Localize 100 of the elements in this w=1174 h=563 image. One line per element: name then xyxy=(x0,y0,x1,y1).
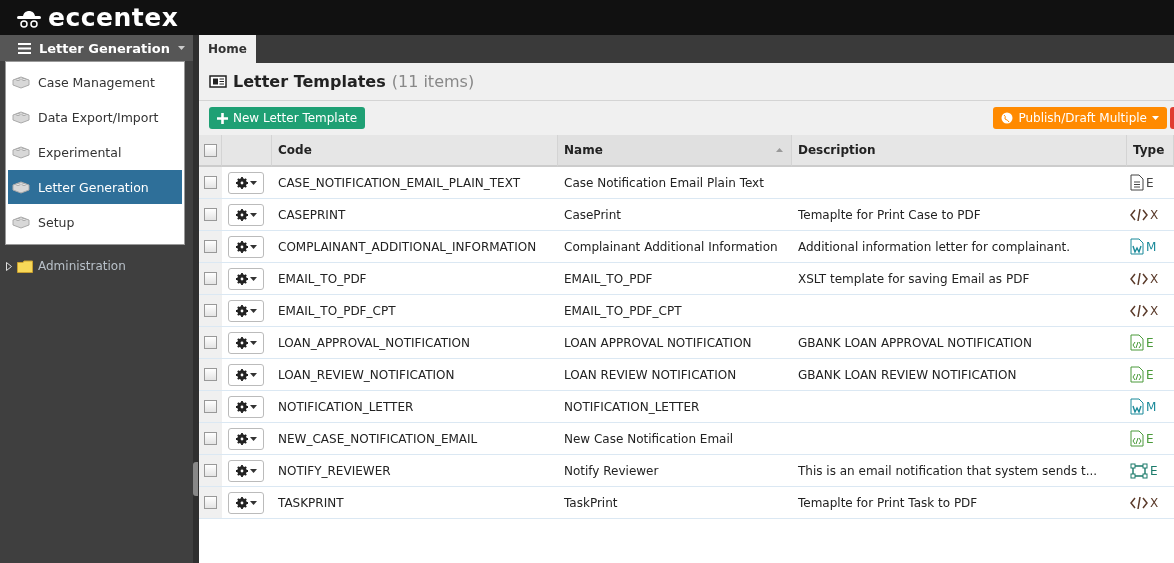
row-checkbox[interactable] xyxy=(204,432,217,445)
table-cell: NOTIFY_REVIEWER xyxy=(278,463,391,478)
table-cell: M xyxy=(1146,239,1157,254)
expand-arrow-icon[interactable] xyxy=(6,261,12,271)
plus-icon xyxy=(217,112,228,124)
table-cell: Additional information letter for complainant. xyxy=(798,239,1071,254)
row-checkbox[interactable] xyxy=(204,240,217,253)
table-cell: E xyxy=(1146,367,1154,382)
table-cell: E xyxy=(1146,335,1154,350)
table-cell: Case Notification Email Plain Text xyxy=(564,175,764,190)
tree-item[interactable]: Administration xyxy=(38,259,126,273)
column-header[interactable]: Code xyxy=(272,135,558,167)
gear-icon xyxy=(235,272,248,285)
table-cell: CasePrint xyxy=(564,207,621,222)
table-cell: GBANK LOAN REVIEW NOTIFICATION xyxy=(798,367,1017,382)
tab[interactable]: Home xyxy=(199,35,256,63)
row-checkbox[interactable] xyxy=(204,304,217,317)
table-cell: TaskPrint xyxy=(564,495,618,510)
globe-icon xyxy=(1001,112,1014,124)
row-actions-button[interactable] xyxy=(228,235,264,258)
menu-item[interactable]: Setup xyxy=(8,205,182,239)
action-button[interactable] xyxy=(1170,107,1174,129)
row-checkbox[interactable] xyxy=(204,464,217,477)
caret-icon xyxy=(249,340,257,345)
gear-icon xyxy=(235,400,248,413)
table-cell: NOTIFICATION_LETTER xyxy=(278,399,414,414)
module-menu-button[interactable]: Letter Generation xyxy=(0,35,193,61)
code-icon xyxy=(1130,495,1148,510)
column-header[interactable]: Description xyxy=(792,135,1127,167)
word-document-icon xyxy=(1130,238,1144,255)
table-cell: This is an email notification that system sends t... xyxy=(798,463,1098,478)
caret-icon xyxy=(249,500,257,505)
table-cell: X xyxy=(1150,495,1159,510)
table-cell: NEW_CASE_NOTIFICATION_EMAIL xyxy=(278,431,478,446)
column-header[interactable]: Type xyxy=(1127,135,1174,167)
row-actions-button[interactable] xyxy=(228,459,264,482)
menu-item[interactable]: Case Management xyxy=(8,65,182,99)
table-cell: CASE_NOTIFICATION_EMAIL_PLAIN_TEXT xyxy=(278,175,520,190)
table-cell: E xyxy=(1150,463,1158,478)
caret-icon xyxy=(249,468,257,473)
block-icon xyxy=(12,215,30,229)
table-cell: X xyxy=(1150,303,1159,318)
table-cell: NOTIFICATION_LETTER xyxy=(564,399,700,414)
table-cell: EMAIL_TO_PDF_CPT xyxy=(564,303,682,318)
row-actions-button[interactable] xyxy=(228,171,264,194)
row-checkbox[interactable] xyxy=(204,400,217,413)
row-checkbox[interactable] xyxy=(204,336,217,349)
row-actions-button[interactable] xyxy=(228,267,264,290)
table-cell: Complainant Additional Information xyxy=(564,239,778,254)
table-cell: COMPLAINANT_ADDITIONAL_INFORMATION xyxy=(278,239,537,254)
gear-icon xyxy=(235,368,248,381)
row-actions-button[interactable] xyxy=(228,203,264,226)
collapse-handle[interactable] xyxy=(193,462,198,496)
row-checkbox[interactable] xyxy=(204,496,217,509)
row-actions-button[interactable] xyxy=(228,299,264,322)
diagram-icon xyxy=(1130,462,1148,479)
logo-text: eccentex xyxy=(48,3,179,32)
block-icon xyxy=(12,75,30,89)
block-icon xyxy=(12,180,30,194)
caret-icon xyxy=(249,244,257,249)
column-header[interactable]: Name xyxy=(558,135,792,167)
row-actions-button[interactable] xyxy=(228,491,264,514)
row-checkbox[interactable] xyxy=(204,368,217,381)
code-file-icon xyxy=(1130,334,1144,351)
menu-item[interactable]: Data Export/Import xyxy=(8,100,182,134)
table-cell: Temaplte for Print Case to PDF xyxy=(798,207,981,222)
caret-icon xyxy=(249,212,257,217)
table-cell: LOAN_REVIEW_NOTIFICATION xyxy=(278,367,455,382)
table-cell: LOAN REVIEW NOTIFICATION xyxy=(564,367,737,382)
menu-item[interactable]: Experimental xyxy=(8,135,182,169)
document-icon xyxy=(1130,174,1144,191)
menu-item[interactable]: Letter Generation xyxy=(8,170,182,204)
table-cell: GBANK LOAN APPROVAL NOTIFICATION xyxy=(798,335,1032,350)
block-icon xyxy=(12,145,30,159)
table-cell: New Case Notification Email xyxy=(564,431,734,446)
menu-icon xyxy=(18,42,31,54)
table-cell: Temaplte for Print Task to PDF xyxy=(798,495,978,510)
table-cell: EMAIL_TO_PDF xyxy=(278,271,367,286)
table-cell: M xyxy=(1146,399,1157,414)
page-title: Letter Templates xyxy=(233,72,386,91)
gear-icon xyxy=(235,304,248,317)
gear-icon xyxy=(235,496,248,509)
caret-icon xyxy=(249,404,257,409)
code-icon xyxy=(1130,303,1148,318)
row-actions-button[interactable] xyxy=(228,331,264,354)
sort-arrow-icon xyxy=(776,148,783,152)
row-checkbox[interactable] xyxy=(204,176,217,189)
table-cell: X xyxy=(1150,271,1159,286)
table-cell: EMAIL_TO_PDF xyxy=(564,271,653,286)
select-all-checkbox[interactable] xyxy=(204,143,217,157)
row-checkbox[interactable] xyxy=(204,272,217,285)
row-checkbox[interactable] xyxy=(204,208,217,221)
row-actions-button[interactable] xyxy=(228,427,264,450)
row-actions-button[interactable] xyxy=(228,395,264,418)
code-file-icon xyxy=(1130,366,1144,383)
block-icon xyxy=(12,110,30,124)
word-document-icon xyxy=(1130,398,1144,415)
caret-icon xyxy=(249,372,257,377)
caret-icon xyxy=(1152,116,1159,120)
row-actions-button[interactable] xyxy=(228,363,264,386)
